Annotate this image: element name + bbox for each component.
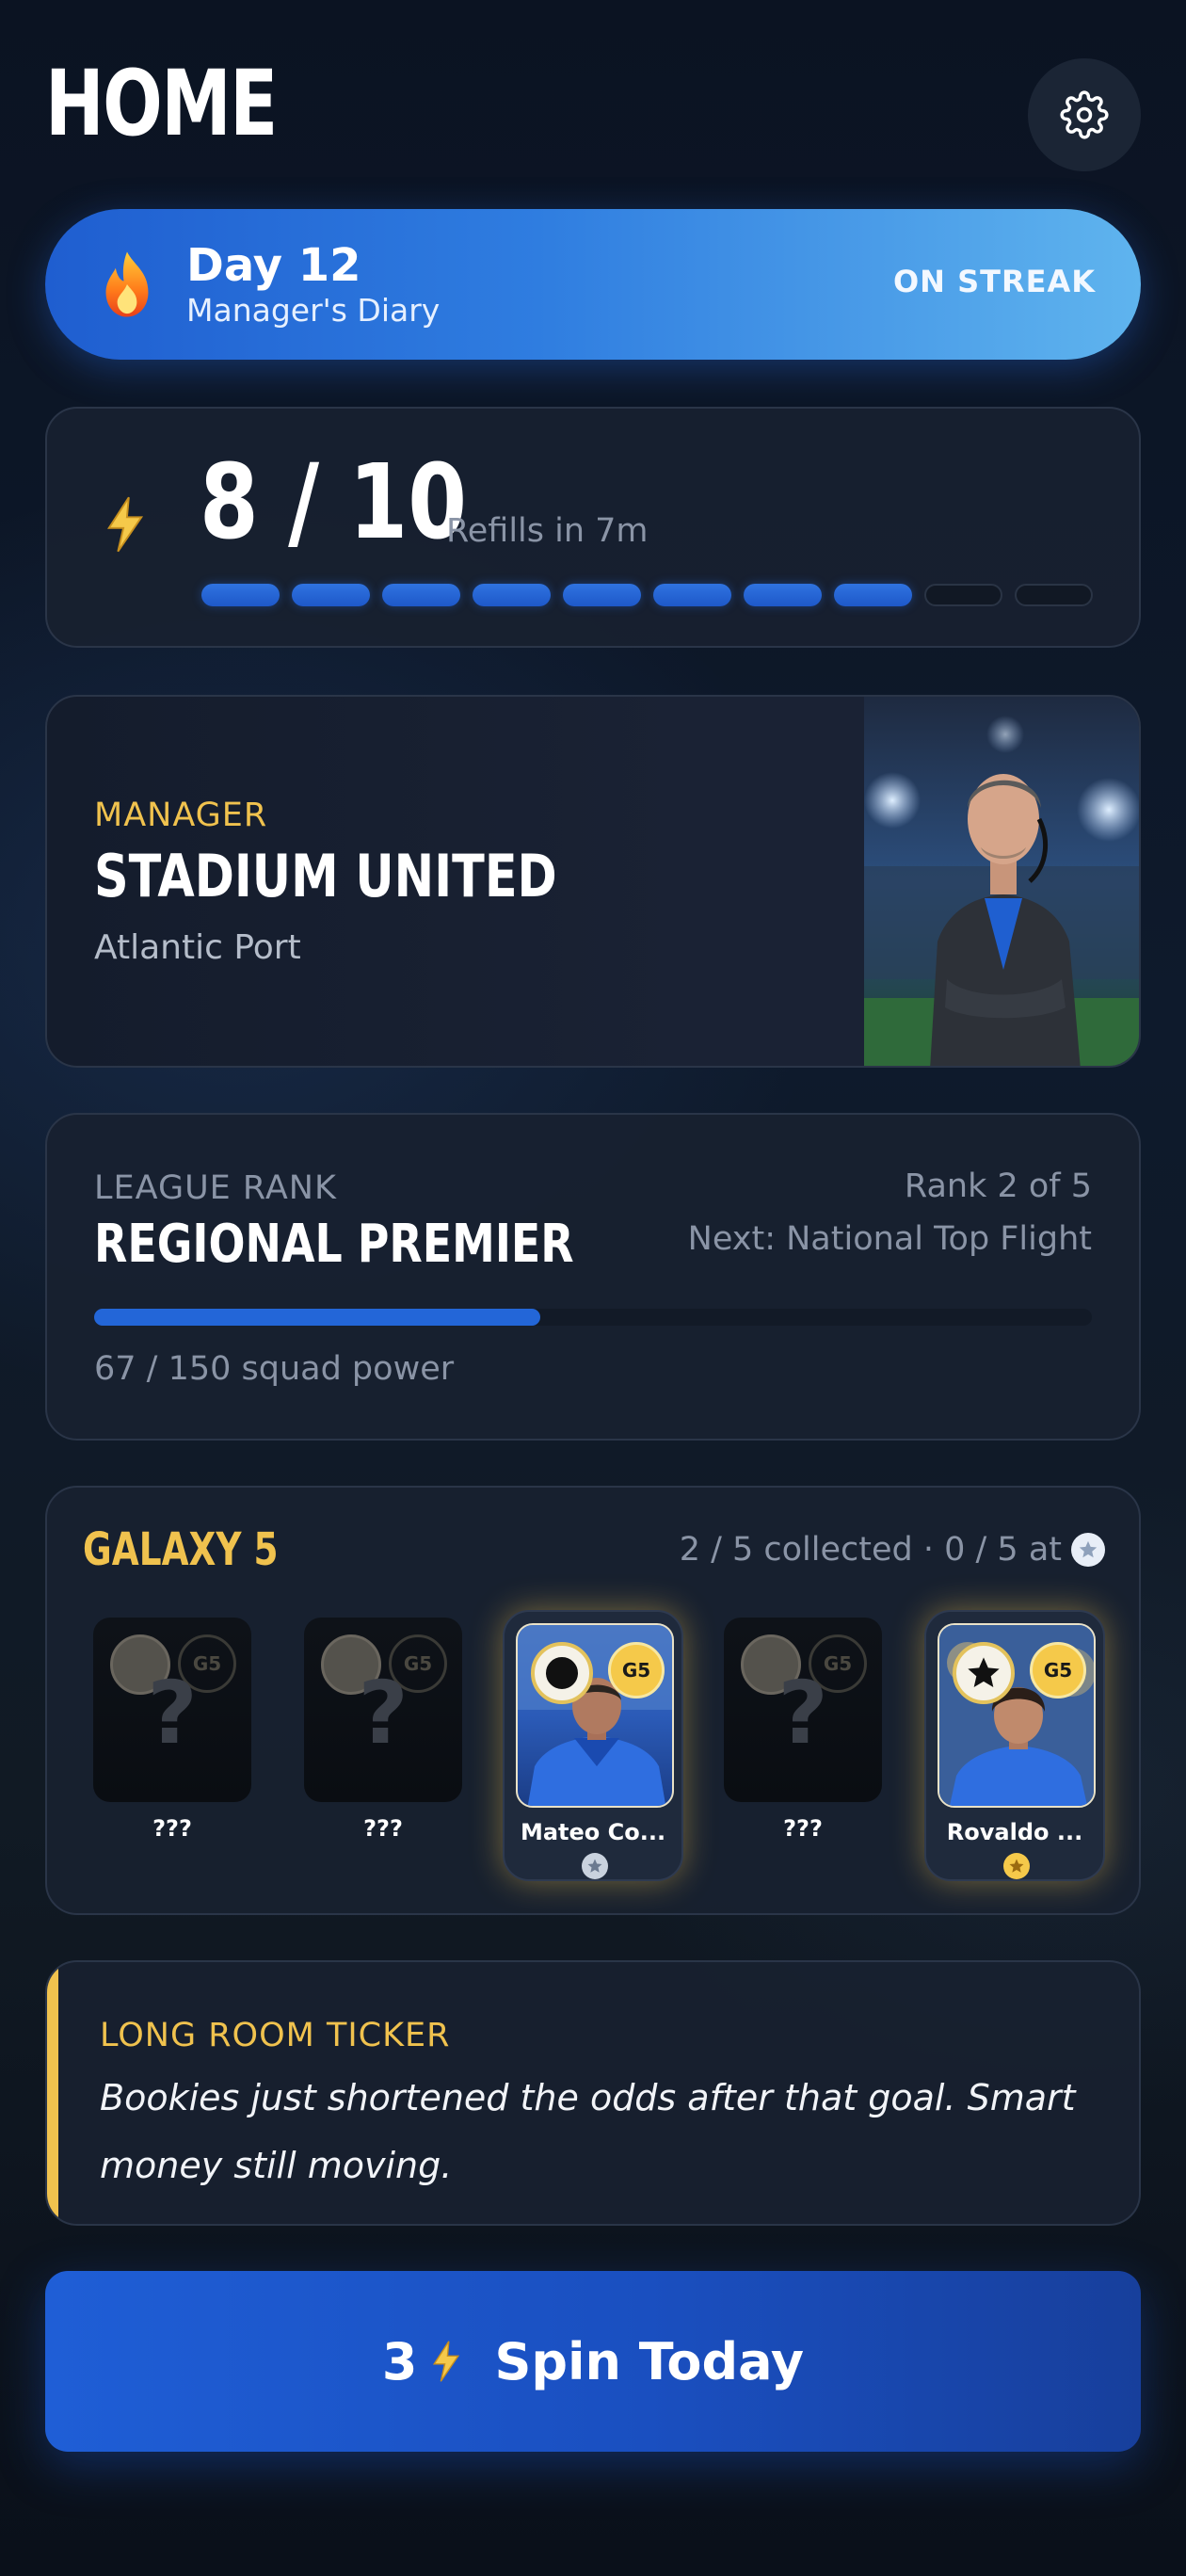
league-rank: Rank 2 of 5 xyxy=(904,1167,1092,1205)
streak-banner[interactable]: Day 12 Manager's Diary ON STREAK xyxy=(45,209,1141,360)
squad-power-text: 67 / 150 squad power xyxy=(94,1350,455,1388)
galaxy-slot-2[interactable]: G5 ? ??? xyxy=(294,1618,473,1842)
silver-star-icon xyxy=(582,1853,608,1879)
ticker-text: Bookies just shortened the odds after th… xyxy=(100,2077,1076,2186)
squad-power-progress xyxy=(94,1309,1092,1326)
spin-today-button[interactable]: 3 Spin Today xyxy=(45,2271,1141,2452)
manager-label: MANAGER xyxy=(94,797,268,834)
galaxy-slot-name: Mateo Co... xyxy=(520,1819,666,1845)
question-mark-icon: ? xyxy=(777,1663,828,1763)
league-name: REGIONAL PREMIER xyxy=(94,1214,574,1275)
energy-pip-filled xyxy=(563,584,641,606)
locked-card: G5 ? xyxy=(724,1618,882,1802)
galaxy-count: 2 / 5 collected · 0 / 5 at xyxy=(680,1531,1105,1569)
manager-city: Atlantic Port xyxy=(94,928,301,967)
player-card: G5 xyxy=(938,1623,1096,1808)
galaxy-count-text: 2 / 5 collected · 0 / 5 at xyxy=(679,1531,1062,1569)
club-crest-icon xyxy=(531,1642,593,1704)
question-mark-icon: ? xyxy=(358,1663,409,1763)
galaxy-slot-name: ??? xyxy=(152,1815,192,1842)
energy-pips xyxy=(201,584,1093,606)
streak-subtitle: Manager's Diary xyxy=(186,292,441,329)
ticker-accent-bar xyxy=(47,1962,58,2224)
galaxy-slot-name: ??? xyxy=(363,1815,403,1842)
squad-power-fill xyxy=(94,1309,540,1326)
galaxy-slot-3[interactable]: G5 Mateo Co... xyxy=(503,1610,683,1881)
settings-button[interactable] xyxy=(1028,58,1141,171)
galaxy-collection-card: GALAXY 5 2 / 5 collected · 0 / 5 at G5 ?… xyxy=(45,1486,1141,1915)
spin-cost: 3 xyxy=(381,2331,418,2391)
energy-pip-filled xyxy=(653,584,731,606)
energy-pip-filled xyxy=(382,584,460,606)
streak-day: Day 12 xyxy=(186,239,361,292)
energy-pip-empty xyxy=(924,584,1002,606)
energy-count: 8 / 10 xyxy=(200,442,468,562)
rating-badge: G5 xyxy=(1030,1642,1086,1699)
galaxy-slot-name: Rovaldo ... xyxy=(946,1819,1083,1845)
galaxy-slot-1[interactable]: G5 ? ??? xyxy=(83,1618,262,1842)
gear-icon xyxy=(1060,90,1109,139)
energy-pip-filled xyxy=(201,584,280,606)
flame-icon xyxy=(105,251,149,317)
energy-pip-filled xyxy=(473,584,551,606)
player-card: G5 xyxy=(516,1623,674,1808)
manager-team-name: STADIUM UNITED xyxy=(94,842,557,910)
energy-refill-text: Refills in 7m xyxy=(446,512,649,550)
manager-card[interactable]: MANAGER STADIUM UNITED Atlantic Port xyxy=(45,695,1141,1068)
locked-card: G5 ? xyxy=(304,1618,462,1802)
ticker-label: LONG ROOM TICKER xyxy=(100,2017,451,2054)
galaxy-slot-4[interactable]: G5 ? ??? xyxy=(713,1618,892,1842)
star-badge-icon xyxy=(953,1642,1015,1704)
energy-pip-filled xyxy=(834,584,912,606)
galaxy-slot-name: ??? xyxy=(783,1815,823,1842)
energy-pip-filled xyxy=(744,584,822,606)
galaxy-slot-5[interactable]: G5 Rovaldo ... xyxy=(924,1610,1105,1881)
galaxy-title: GALAXY 5 xyxy=(83,1523,279,1576)
league-label: LEAGUE RANK xyxy=(94,1169,337,1207)
rating-badge: G5 xyxy=(608,1642,665,1699)
bolt-icon xyxy=(433,2341,460,2382)
manager-portrait xyxy=(864,697,1139,1066)
league-next: Next: National Top Flight xyxy=(687,1220,1092,1258)
spin-label: Spin Today xyxy=(494,2331,805,2391)
gold-star-icon xyxy=(1003,1853,1030,1879)
long-room-ticker: LONG ROOM TICKER Bookies just shortened … xyxy=(45,1960,1141,2226)
locked-card: G5 ? xyxy=(93,1618,251,1802)
energy-card: 8 / 10 Refills in 7m xyxy=(45,407,1141,648)
page-title: HOME xyxy=(45,51,278,156)
silver-star-icon xyxy=(1071,1533,1105,1567)
streak-status: ON STREAK xyxy=(892,264,1096,299)
energy-pip-filled xyxy=(292,584,370,606)
bolt-icon xyxy=(106,496,144,553)
league-rank-card[interactable]: LEAGUE RANK REGIONAL PREMIER Rank 2 of 5… xyxy=(45,1113,1141,1441)
energy-pip-empty xyxy=(1015,584,1093,606)
question-mark-icon: ? xyxy=(147,1663,198,1763)
